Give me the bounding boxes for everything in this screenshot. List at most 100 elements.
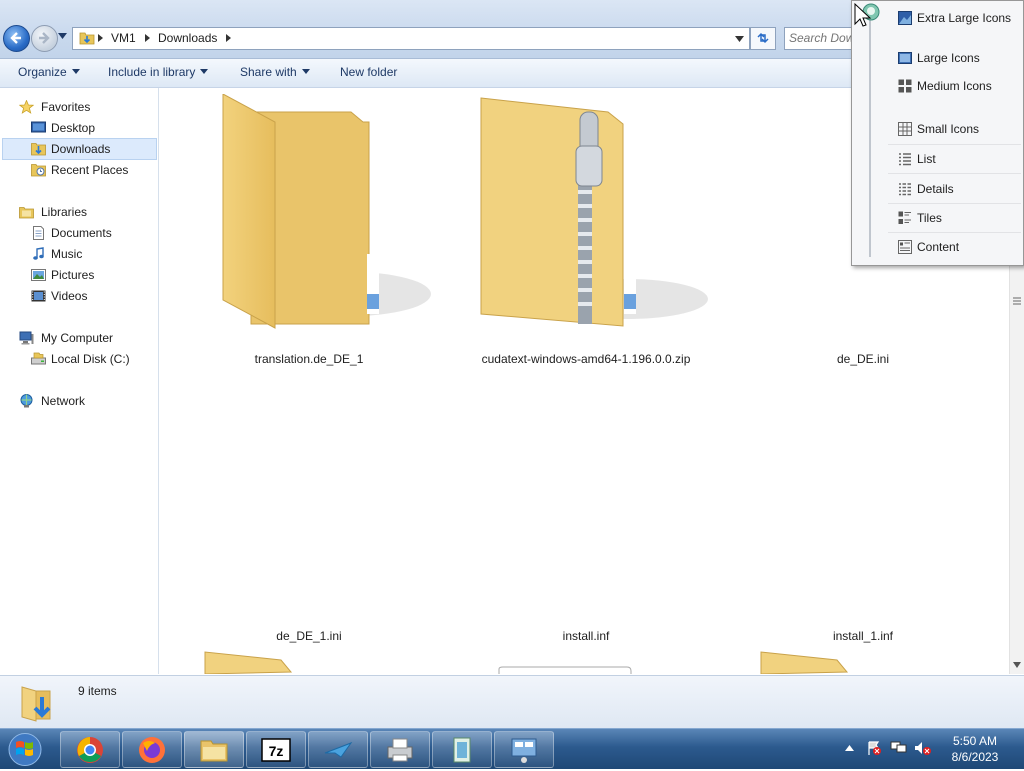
nav-local-disk[interactable]: Local Disk (C:): [0, 349, 158, 369]
taskbar-7zip[interactable]: 7z: [246, 731, 306, 768]
file-item-folder[interactable]: translation.de_DE_1: [179, 94, 439, 374]
view-small-icons[interactable]: Small Icons: [888, 118, 1021, 140]
extra-large-icons-icon: [898, 11, 912, 25]
view-medium-icons[interactable]: Medium Icons: [888, 75, 1021, 97]
taskbar-cudatext[interactable]: [308, 731, 368, 768]
breadcrumb-vm1[interactable]: VM1: [111, 31, 136, 45]
menu-separator: [888, 232, 1021, 233]
file-item-ini[interactable]: de_DE_1.ini: [179, 388, 439, 648]
file-item-inf[interactable]: install_1.inf: [733, 388, 993, 648]
view-list[interactable]: List: [888, 148, 1021, 170]
nav-my-computer[interactable]: My Computer: [0, 328, 158, 348]
address-history-dropdown-icon[interactable]: [735, 36, 744, 42]
search-input[interactable]: [785, 28, 855, 47]
taskbar-firefox[interactable]: [122, 731, 182, 768]
start-button[interactable]: [3, 731, 53, 768]
nav-network-label: Network: [41, 394, 86, 408]
file-item-zip[interactable]: cudatext-windows-amd64-1.196.0.0.zip: [456, 94, 716, 374]
view-slider-track[interactable]: [869, 9, 871, 257]
explorer-folder-icon: [200, 740, 228, 762]
nav-desktop[interactable]: Desktop: [0, 118, 158, 138]
view-extra-large-icons[interactable]: Extra Large Icons: [888, 7, 1021, 29]
network-status-icon[interactable]: [890, 740, 908, 756]
desktop-icon: [31, 121, 46, 133]
medium-icons-icon: [898, 79, 912, 93]
nav-favorites[interactable]: Favorites: [0, 97, 158, 117]
cudatext-icon: [324, 741, 353, 758]
show-hidden-icons-icon[interactable]: [845, 745, 854, 751]
nav-desktop-label: Desktop: [51, 121, 96, 135]
folder-icon: [222, 94, 431, 329]
view-large-icons[interactable]: Large Icons: [888, 47, 1021, 69]
file-name: install.inf: [562, 629, 610, 643]
organize-button[interactable]: Organize: [18, 65, 80, 79]
dropdown-caret-icon: [301, 69, 310, 74]
taskbar-printer[interactable]: [370, 731, 430, 768]
nav-recent-places[interactable]: Recent Places: [0, 160, 158, 180]
file-item-inf[interactable]: install.inf: [456, 388, 716, 648]
back-button[interactable]: [3, 25, 30, 52]
new-folder-label: New folder: [340, 65, 398, 79]
nav-downloads[interactable]: Downloads: [2, 138, 157, 160]
taskbar-control-panel[interactable]: [494, 731, 554, 768]
nav-pictures-label: Pictures: [51, 268, 95, 282]
svg-text:7z: 7z: [269, 743, 284, 759]
breadcrumb-arrow-icon[interactable]: [98, 34, 103, 42]
details-view-icon: [899, 183, 911, 196]
volume-muted-icon[interactable]: [914, 740, 932, 756]
view-large-icons-label: Large Icons: [917, 51, 980, 65]
folder-icon: [204, 651, 293, 674]
new-folder-button[interactable]: New folder: [340, 65, 397, 79]
zip-folder-icon: [480, 97, 708, 327]
documents-icon: [33, 226, 44, 240]
refresh-button[interactable]: [750, 27, 776, 50]
menu-separator: [888, 203, 1021, 204]
mouse-cursor-icon: [854, 2, 880, 27]
action-center-flag-icon[interactable]: [866, 740, 882, 756]
breadcrumb-arrow-icon[interactable]: [226, 34, 231, 42]
downloads-folder-icon: [21, 686, 51, 722]
file-name: de_DE_1.ini: [276, 629, 342, 643]
taskbar-document-app[interactable]: [432, 731, 492, 768]
scroll-down-arrow-icon[interactable]: [1013, 662, 1021, 668]
nav-libraries-label: Libraries: [41, 205, 88, 219]
nav-videos-label: Videos: [51, 289, 88, 303]
tiles-view-icon: [898, 211, 911, 224]
nav-documents[interactable]: Documents: [0, 223, 158, 243]
forward-button[interactable]: [31, 25, 58, 52]
address-bar[interactable]: VM1 Downloads: [72, 27, 750, 50]
folder-icon: [79, 32, 95, 45]
control-panel-icon: [511, 738, 537, 763]
nav-pictures[interactable]: Pictures: [0, 265, 158, 285]
breadcrumb-arrow-icon[interactable]: [145, 34, 150, 42]
forward-arrow-icon: [39, 32, 50, 44]
file-name: install_1.inf: [832, 629, 894, 643]
nav-videos[interactable]: Videos: [0, 286, 158, 306]
nav-network[interactable]: Network: [0, 391, 158, 411]
details-pane: 9 items: [0, 675, 1024, 728]
printer-icon: [387, 738, 413, 762]
content-view-icon: [898, 240, 912, 254]
folder-icon: [760, 651, 849, 674]
taskbar-chrome[interactable]: [60, 731, 120, 768]
view-tiles[interactable]: Tiles: [888, 207, 1021, 229]
nav-local-disk-label: Local Disk (C:): [51, 352, 130, 366]
organize-label: Organize: [18, 65, 67, 79]
view-details[interactable]: Details: [888, 178, 1021, 200]
nav-music-label: Music: [51, 247, 83, 261]
item-count: 9 items: [78, 684, 117, 698]
search-box[interactable]: [784, 27, 856, 50]
scroll-thumb-grip-icon[interactable]: [1013, 296, 1021, 306]
share-with-button[interactable]: Share with: [240, 65, 310, 79]
taskbar-explorer[interactable]: [184, 731, 244, 768]
nav-music[interactable]: Music: [0, 244, 158, 264]
include-in-library-button[interactable]: Include in library: [108, 65, 209, 79]
nav-libraries[interactable]: Libraries: [0, 202, 158, 222]
system-clock[interactable]: 5:50 AM 8/6/2023: [935, 733, 1015, 765]
breadcrumb-downloads[interactable]: Downloads: [158, 31, 217, 45]
recent-pages-dropdown-icon[interactable]: [58, 33, 67, 39]
clock-date: 8/6/2023: [951, 750, 999, 764]
view-content[interactable]: Content: [888, 236, 1021, 258]
local-disk-icon: [31, 352, 46, 365]
view-details-label: Details: [917, 182, 954, 196]
